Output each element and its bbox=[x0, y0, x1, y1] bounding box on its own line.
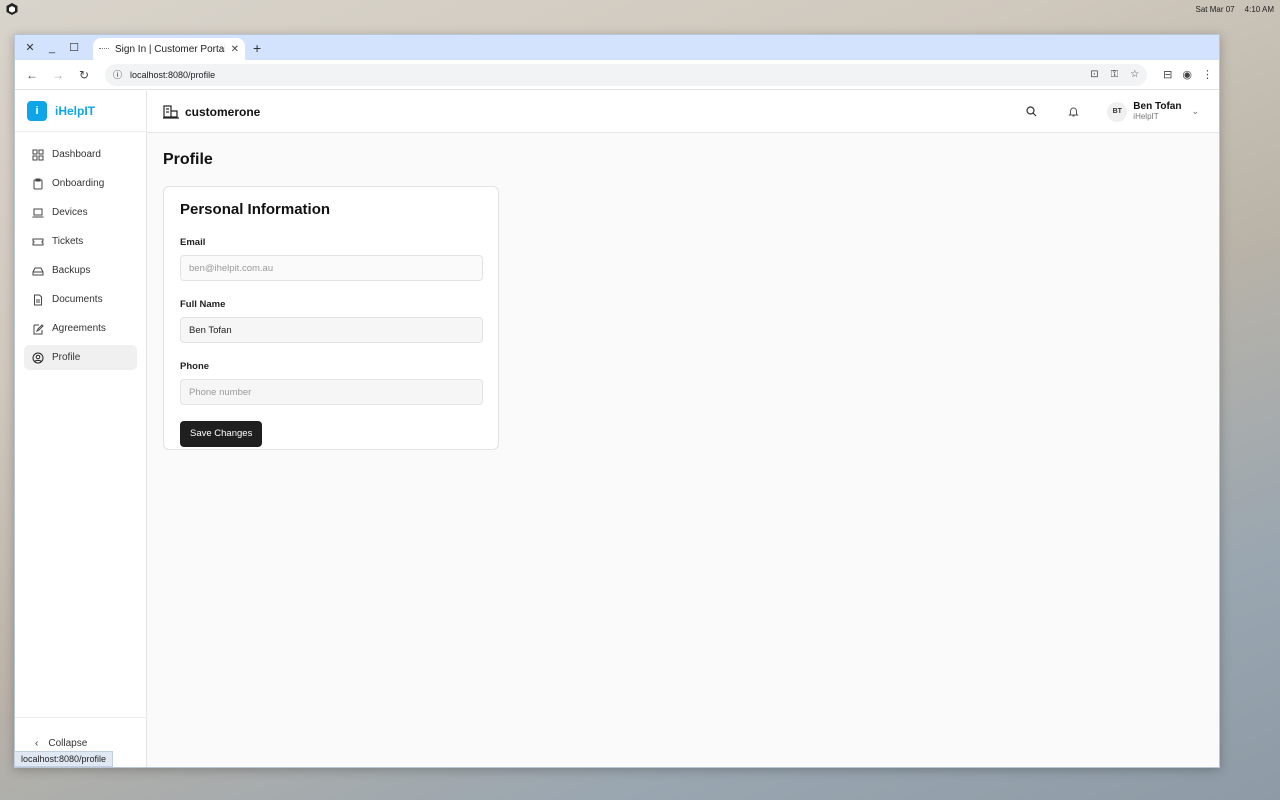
sidebar-item-backups[interactable]: Backups bbox=[24, 258, 137, 283]
tab-strip: ✕ _ ☐ Sign In | Customer Portal ✕ + bbox=[15, 35, 1219, 60]
save-changes-button[interactable]: Save Changes bbox=[180, 420, 263, 447]
chevron-down-icon: ⌄ bbox=[1191, 106, 1199, 116]
page-title: Profile bbox=[163, 151, 213, 168]
site-info-icon[interactable]: ⓘ bbox=[113, 68, 122, 81]
building-icon bbox=[163, 104, 179, 119]
window-maximize-icon[interactable]: ☐ bbox=[63, 37, 85, 59]
app-page: i iHelpIT Dashboard Onboarding Devices T… bbox=[15, 91, 1219, 767]
address-bar[interactable]: ⓘ localhost:8080/profile ⊡ ⚿ ☆ bbox=[105, 63, 1148, 86]
browser-tab[interactable]: Sign In | Customer Portal ✕ bbox=[93, 38, 245, 60]
pen-document-icon bbox=[32, 323, 44, 335]
full-name-label: Full Name bbox=[180, 299, 226, 310]
chevron-left-icon: ‹ bbox=[35, 738, 39, 749]
clipboard-icon bbox=[32, 178, 44, 190]
window-close-icon[interactable]: ✕ bbox=[19, 37, 41, 59]
org-name: customerone bbox=[185, 104, 261, 119]
app-header: customerone BT Ben Tofan iHelpIT ⌄ bbox=[147, 91, 1219, 133]
os-logo-icon[interactable] bbox=[6, 3, 18, 15]
user-circle-icon bbox=[32, 352, 44, 364]
sidebar-item-agreements[interactable]: Agreements bbox=[24, 316, 137, 341]
sidebar-item-tickets[interactable]: Tickets bbox=[24, 229, 137, 254]
bookmark-star-icon[interactable]: ☆ bbox=[1130, 69, 1139, 80]
main-content: Profile Personal Information Email Full … bbox=[163, 151, 499, 450]
document-icon bbox=[32, 294, 44, 306]
tab-title: Sign In | Customer Portal bbox=[115, 43, 225, 55]
phone-label: Phone bbox=[180, 361, 210, 372]
back-icon[interactable]: ← bbox=[21, 64, 43, 86]
brand-name: iHelpIT bbox=[55, 104, 96, 118]
password-key-icon[interactable]: ⚿ bbox=[1111, 69, 1119, 80]
window-minimize-icon[interactable]: _ bbox=[41, 37, 63, 59]
new-tab-icon[interactable]: + bbox=[253, 40, 261, 56]
email-field bbox=[180, 255, 483, 281]
tab-favicon-icon bbox=[99, 48, 109, 50]
tab-search-icon[interactable]: ⊟ bbox=[1163, 68, 1172, 81]
sidebar-item-label: Agreements bbox=[52, 323, 106, 334]
sidebar-item-label: Documents bbox=[52, 294, 103, 305]
install-app-icon[interactable]: ⊡ bbox=[1090, 69, 1098, 80]
hard-drive-icon bbox=[32, 265, 44, 277]
sidebar-item-devices[interactable]: Devices bbox=[24, 200, 137, 225]
sidebar-item-dashboard[interactable]: Dashboard bbox=[24, 142, 137, 167]
status-url-tooltip: localhost:8080/profile bbox=[14, 751, 114, 767]
browser-window: ✕ _ ☐ Sign In | Customer Portal ✕ + ← → … bbox=[14, 34, 1220, 768]
sidebar-item-label: Onboarding bbox=[52, 178, 105, 189]
reload-icon[interactable]: ↻ bbox=[73, 64, 95, 86]
sidebar-item-onboarding[interactable]: Onboarding bbox=[24, 171, 137, 196]
tab-close-icon[interactable]: ✕ bbox=[231, 44, 239, 55]
browser-profile-icon[interactable]: ◉ bbox=[1182, 68, 1192, 81]
phone-field[interactable] bbox=[180, 379, 483, 405]
sidebar-item-label: Dashboard bbox=[52, 149, 101, 160]
laptop-icon bbox=[32, 207, 44, 219]
dashboard-icon bbox=[32, 149, 44, 161]
avatar: BT bbox=[1107, 101, 1128, 122]
os-date: Sat Mar 07 bbox=[1195, 4, 1235, 14]
browser-toolbar: ← → ↻ ⓘ localhost:8080/profile ⊡ ⚿ ☆ ⊟ ◉… bbox=[15, 60, 1219, 90]
address-url: localhost:8080/profile bbox=[130, 69, 216, 80]
user-org: iHelpIT bbox=[1133, 111, 1159, 121]
ticket-icon bbox=[32, 236, 44, 248]
forward-icon[interactable]: → bbox=[47, 64, 69, 86]
sidebar-item-profile[interactable]: Profile bbox=[24, 345, 137, 370]
search-icon[interactable] bbox=[1023, 104, 1039, 120]
brand[interactable]: i iHelpIT bbox=[15, 91, 146, 132]
sidebar-item-label: Backups bbox=[52, 265, 91, 276]
browser-menu-icon[interactable]: ⋮ bbox=[1202, 68, 1213, 81]
personal-info-card: Personal Information Email Full Name Pho… bbox=[163, 186, 499, 450]
sidebar-item-label: Devices bbox=[52, 207, 88, 218]
org-switcher[interactable]: customerone bbox=[163, 105, 260, 119]
sidebar: i iHelpIT Dashboard Onboarding Devices T… bbox=[15, 91, 147, 767]
sidebar-item-label: Profile bbox=[52, 352, 81, 363]
os-top-bar: Sat Mar 07 4:10 AM bbox=[0, 0, 1280, 18]
sidebar-item-label: Tickets bbox=[52, 236, 84, 247]
card-title: Personal Information bbox=[180, 201, 331, 218]
user-menu[interactable]: BT Ben Tofan iHelpIT ⌄ bbox=[1107, 100, 1199, 122]
brand-logo-icon: i bbox=[27, 101, 47, 121]
bell-icon[interactable] bbox=[1065, 104, 1081, 120]
sidebar-nav: Dashboard Onboarding Devices Tickets Bac… bbox=[15, 132, 146, 370]
email-label: Email bbox=[180, 237, 206, 248]
collapse-label: Collapse bbox=[48, 738, 88, 749]
sidebar-item-documents[interactable]: Documents bbox=[24, 287, 137, 312]
os-clock: 4:10 AM bbox=[1244, 4, 1274, 14]
user-name: Ben Tofan bbox=[1133, 100, 1182, 112]
full-name-field[interactable] bbox=[180, 317, 483, 343]
